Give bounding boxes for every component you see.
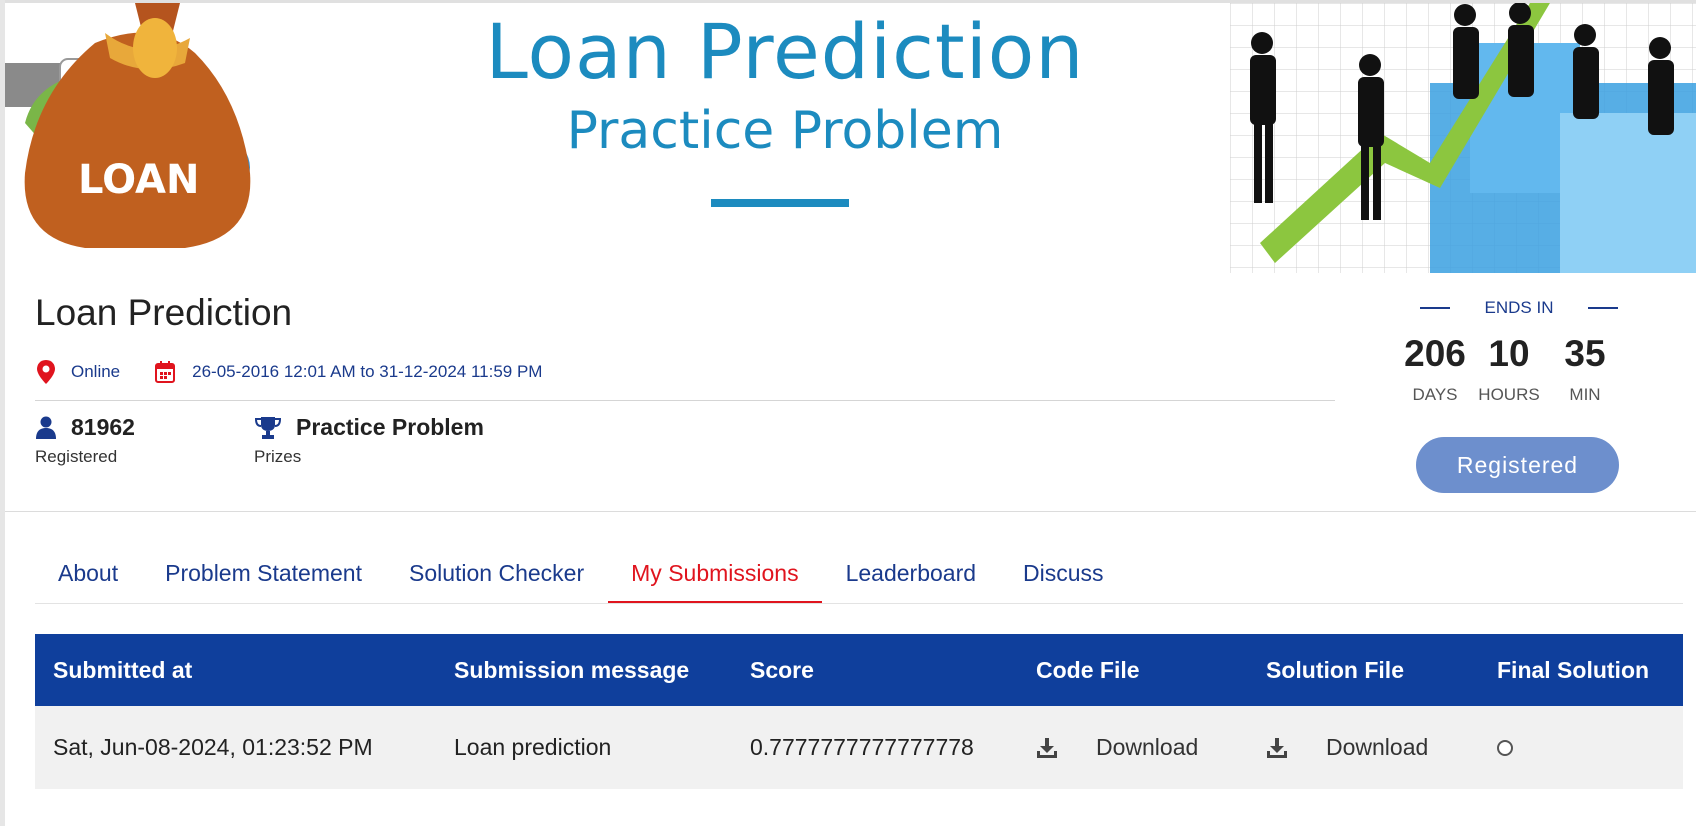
prize-value: Practice Problem (296, 414, 484, 440)
date-range-text: 26-05-2016 12:01 AM to 31-12-2024 11:59 … (192, 362, 543, 381)
tab-my-submissions[interactable]: My Submissions (608, 548, 822, 604)
trophy-icon (254, 416, 282, 439)
hours-label: HOURS (1478, 385, 1540, 404)
table-row: Sat, Jun-08-2024, 01:23:52 PM Loan predi… (35, 706, 1683, 789)
header-submission-message: Submission message (454, 656, 690, 683)
countdown-hours: 10 HOURS (1474, 333, 1544, 405)
registered-button[interactable]: Registered (1416, 437, 1619, 493)
registered-label: Registered (35, 447, 118, 466)
ends-in-dash-left (1420, 307, 1450, 309)
header-divider (35, 400, 1335, 401)
final-solution-cell (1497, 706, 1513, 789)
days-value: 206 (1404, 333, 1466, 374)
banner-underline (711, 199, 849, 207)
ends-in-heading: ENDS IN (1420, 298, 1618, 318)
registered-stat: 81962 Registered (35, 414, 135, 467)
header-submitted-at: Submitted at (53, 656, 193, 683)
registered-count: 81962 (71, 414, 135, 440)
user-icon (36, 416, 56, 439)
prizes-stat: Practice Problem Prizes (254, 414, 484, 467)
code-file-download[interactable]: Download (1036, 706, 1198, 789)
tab-problem-statement[interactable]: Problem Statement (142, 548, 385, 604)
header-final-solution: Final Solution (1497, 656, 1650, 683)
page-title: Loan Prediction (35, 292, 293, 333)
tab-discuss[interactable]: Discuss (1000, 548, 1127, 604)
code-file-download-label: Download (1096, 734, 1199, 760)
map-pin-icon (37, 360, 55, 384)
days-label: DAYS (1412, 385, 1458, 404)
solution-file-download-label: Download (1326, 734, 1429, 760)
ends-in-label: ENDS IN (1484, 298, 1554, 317)
minutes-label: MIN (1569, 385, 1601, 404)
download-icon (1037, 737, 1057, 758)
final-solution-radio[interactable] (1497, 739, 1513, 756)
location-text: Online (71, 362, 121, 381)
table-header: Submitted at Submission message Score Co… (35, 634, 1683, 706)
bag-label: LOAN (78, 157, 199, 203)
tab-about[interactable]: About (35, 548, 141, 604)
countdown-minutes: 35 MIN (1550, 333, 1620, 405)
hours-value: 10 (1488, 333, 1530, 374)
calendar-icon (155, 361, 176, 383)
cell-submitted-at: Sat, Jun-08-2024, 01:23:52 PM (53, 734, 373, 760)
tab-bar: About Problem Statement Solution Checker… (35, 548, 1128, 606)
prizes-label: Prizes (254, 447, 302, 466)
download-icon (1267, 737, 1287, 758)
section-separator (5, 511, 1696, 512)
minutes-value: 35 (1564, 333, 1606, 374)
event-meta: Online 26-05-2016 12:01 AM to 31-12-2024… (35, 357, 542, 387)
cell-score: 0.7777777777777778 (750, 734, 974, 760)
hero-banner: LOAN Loan Prediction Practice Problem (5, 3, 1696, 273)
header-score: Score (750, 656, 814, 683)
ends-in-dash-right (1588, 307, 1618, 309)
submissions-table: Submitted at Submission message Score Co… (35, 634, 1683, 789)
business-people-illustration (1230, 3, 1696, 273)
tab-solution-checker[interactable]: Solution Checker (386, 548, 607, 604)
solution-file-download[interactable]: Download (1266, 706, 1428, 789)
tabs-underline (35, 603, 1683, 604)
tab-leaderboard[interactable]: Leaderboard (823, 548, 999, 604)
countdown-days: 206 DAYS (1400, 333, 1470, 405)
cell-message: Loan prediction (454, 734, 612, 760)
header-code-file: Code File (1036, 656, 1140, 683)
header-solution-file: Solution File (1266, 656, 1404, 683)
